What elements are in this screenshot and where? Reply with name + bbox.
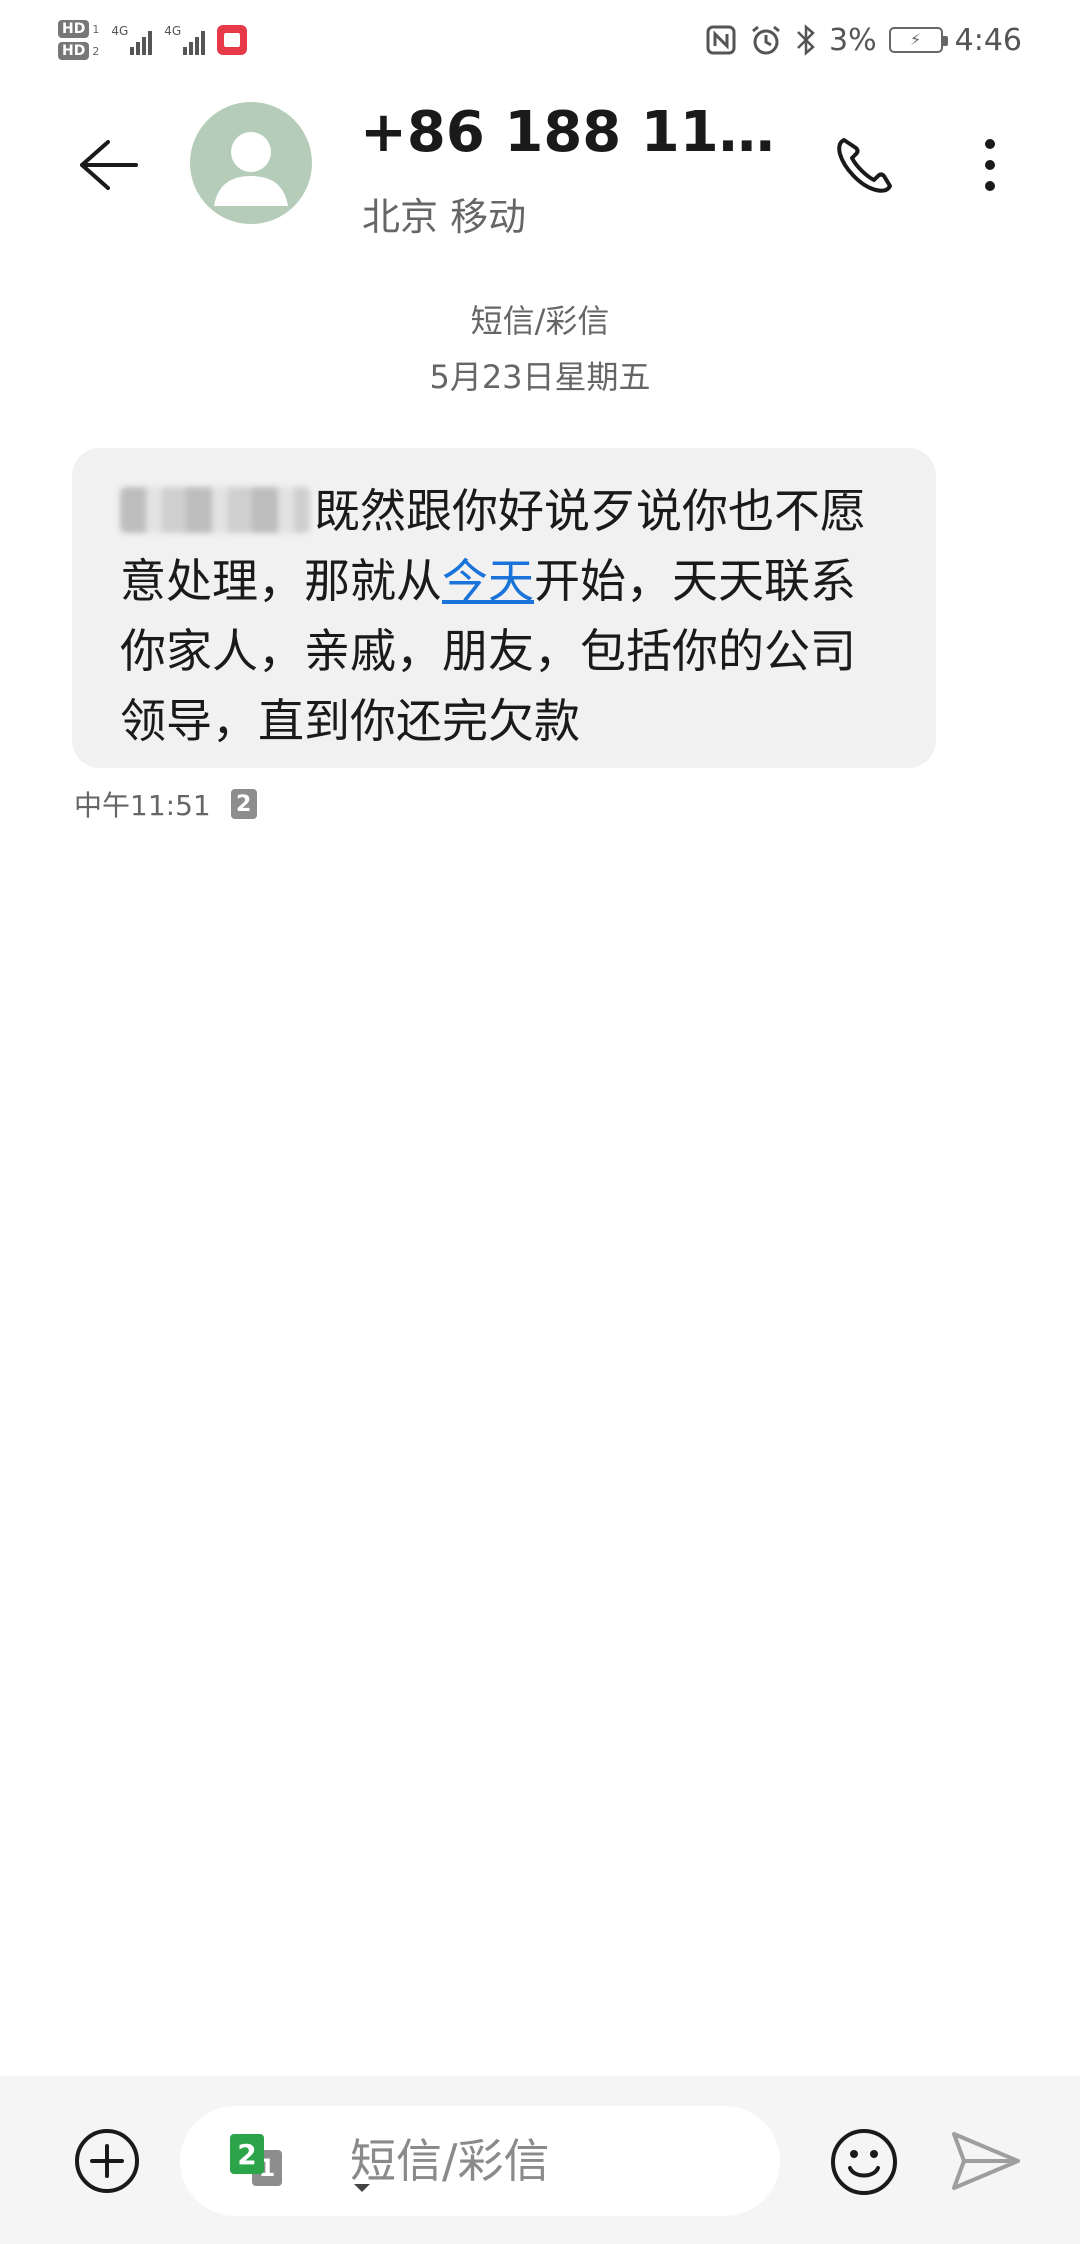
- status-right: 3% ⚡ 4:46: [705, 23, 1022, 58]
- more-options-icon[interactable]: [960, 130, 1020, 200]
- signal-bar: [201, 31, 206, 55]
- battery-percent: 3%: [829, 22, 877, 58]
- network-type: 4G: [111, 24, 129, 38]
- hd-badge: HD: [58, 42, 90, 60]
- thread-date: 5月23日星期五: [429, 358, 651, 396]
- signal-icon-2: 4G: [164, 24, 206, 55]
- network-type: 4G: [164, 24, 182, 38]
- back-arrow-icon[interactable]: [72, 130, 142, 200]
- signal-icon-1: 4G: [111, 24, 153, 55]
- conversation-header: +86 188 1174... 北京 移动: [0, 80, 1080, 250]
- redacted-text: [120, 487, 310, 533]
- hd-badge: HD: [58, 20, 90, 38]
- contact-title[interactable]: +86 188 1174...: [360, 100, 780, 165]
- avatar[interactable]: [190, 102, 312, 224]
- send-icon[interactable]: [948, 2128, 1022, 2194]
- signal-bar: [142, 37, 147, 55]
- contact-location: 北京 移动: [362, 195, 527, 239]
- clock: 4:46: [954, 22, 1022, 58]
- emoji-icon[interactable]: [828, 2126, 900, 2198]
- hd-slot: 2: [92, 44, 100, 58]
- hd-indicators: HD 1 HD 2: [58, 20, 99, 60]
- app-notification-icon: [217, 25, 248, 55]
- message-meta: 中午11:51 2: [74, 784, 257, 824]
- signal-bar: [189, 42, 194, 55]
- signal-bar: [195, 37, 200, 55]
- status-left: HD 1 HD 2 4G 4G: [58, 20, 248, 60]
- message-text: 既然跟你好说歹说你也不愿意处理，那就从今天开始，天天联系你家人，亲戚，朋友，包括…: [120, 476, 888, 756]
- sim-slot-badge: 2: [230, 789, 257, 819]
- signal-bar: [183, 47, 188, 55]
- add-attachment-icon[interactable]: [72, 2126, 142, 2196]
- person-icon: [214, 132, 288, 206]
- status-bar: HD 1 HD 2 4G 4G 3% ⚡ 4:46: [0, 0, 1080, 80]
- compose-bar: 1 2: [0, 2076, 1080, 2244]
- sim-card-icon: 2: [230, 2134, 264, 2174]
- alarm-icon: [752, 25, 780, 55]
- message-input[interactable]: [350, 2126, 750, 2196]
- nfc-icon: [706, 25, 736, 55]
- message-bubble[interactable]: 既然跟你好说歹说你也不愿意处理，那就从今天开始，天天联系你家人，亲戚，朋友，包括…: [72, 448, 936, 768]
- signal-bar: [136, 42, 141, 55]
- hd-indicator-2: HD 2: [58, 42, 99, 60]
- signal-bar: [130, 47, 135, 55]
- phone-icon[interactable]: [830, 130, 900, 200]
- thread-type-label: 短信/彩信: [470, 302, 610, 340]
- hd-slot: 1: [92, 22, 100, 36]
- battery-icon: ⚡: [888, 27, 948, 53]
- compose-field[interactable]: 1 2: [180, 2106, 780, 2216]
- bluetooth-icon: [797, 24, 815, 56]
- message-time: 中午11:51: [74, 789, 211, 822]
- signal-bar: [148, 31, 153, 55]
- sim-selector[interactable]: 1 2: [230, 2134, 370, 2194]
- date-link[interactable]: 今天: [442, 554, 534, 608]
- hd-indicator-1: HD 1: [58, 20, 99, 38]
